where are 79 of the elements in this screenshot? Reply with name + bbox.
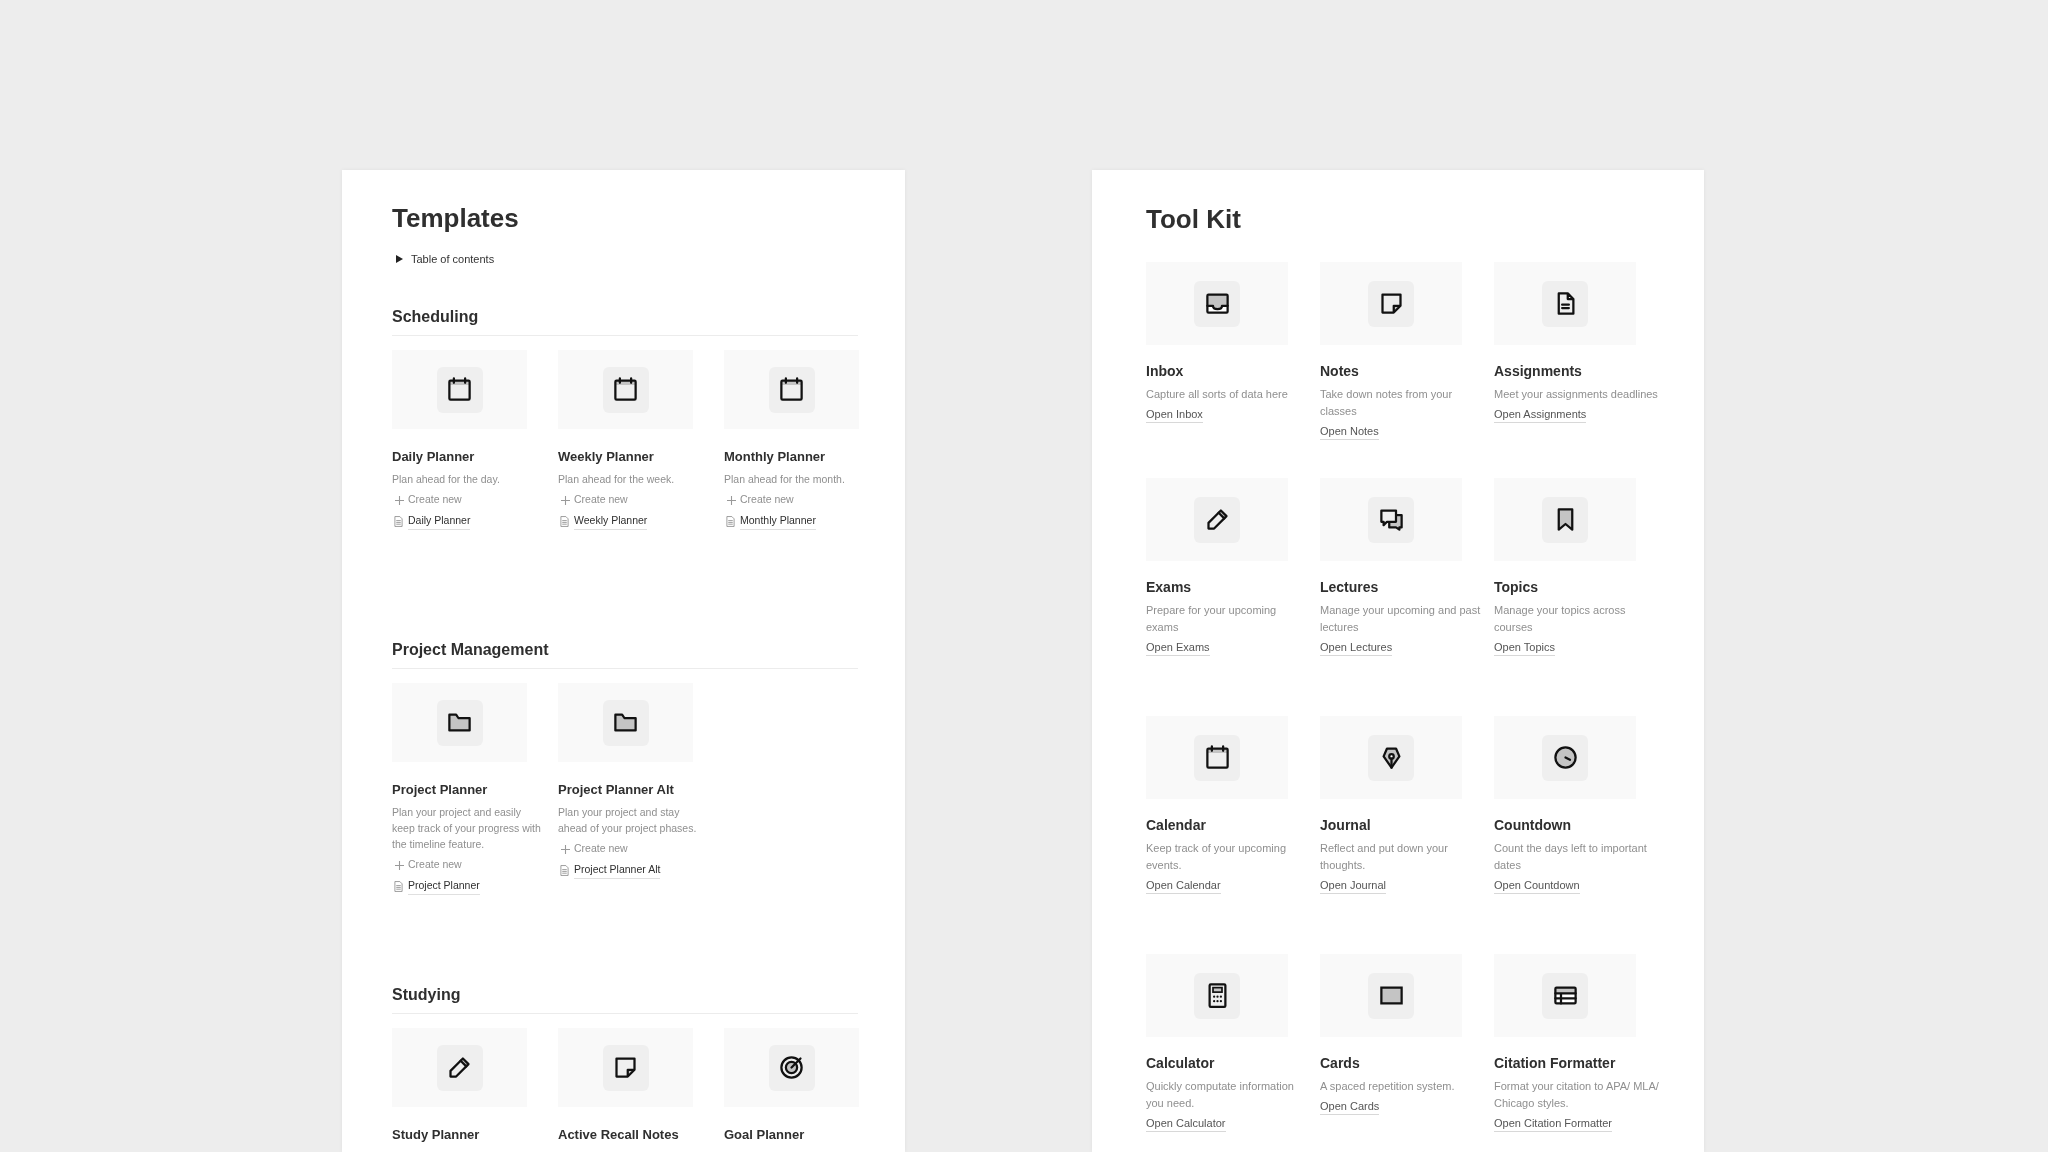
plus-icon — [561, 844, 570, 854]
open-link[interactable]: Open Calculator — [1146, 1116, 1226, 1132]
card-description: Plan ahead for the week. — [558, 472, 676, 487]
card-description: Meet your assignments deadlines — [1494, 387, 1659, 402]
card-title: Journal — [1320, 816, 1372, 834]
card-title: Lectures — [1320, 578, 1380, 596]
open-link[interactable]: Open Notes — [1320, 424, 1379, 440]
page-title: Templates — [392, 202, 520, 235]
card-description: Plan ahead for the day. — [392, 472, 501, 487]
card-title: Project Planner — [392, 782, 489, 798]
card-title: Project Planner Alt — [558, 782, 675, 798]
card-description: Plan ahead for the month. — [724, 472, 846, 487]
card-description: Keep track of your upcoming events. — [1146, 841, 1288, 873]
card-description: Plan your project and easily keep track of your progress with the timeline feature. — [392, 805, 542, 852]
calendar-icon — [778, 376, 805, 403]
clock-icon — [1551, 744, 1579, 771]
card-description: Manage your topics across courses — [1494, 603, 1627, 635]
card-description: Manage your upcoming and past lectures — [1320, 603, 1482, 635]
page-link[interactable]: Project Planner — [408, 878, 480, 895]
plus-icon — [395, 860, 404, 870]
card-title: Cards — [1320, 1054, 1361, 1072]
sticky-note-icon — [612, 1054, 639, 1081]
open-link[interactable]: Open Exams — [1146, 640, 1210, 656]
card-title: Citation Formatter — [1494, 1054, 1617, 1072]
inbox-tray-icon — [1203, 290, 1231, 317]
page-icon — [394, 881, 403, 892]
card-title: Inbox — [1146, 362, 1185, 380]
card-title: Calculator — [1146, 1054, 1216, 1072]
open-link[interactable]: Open Citation Formatter — [1494, 1116, 1612, 1132]
section-heading: Scheduling — [392, 306, 858, 336]
card-title: Notes — [1320, 362, 1360, 380]
section-heading: Studying — [392, 984, 858, 1014]
card-description: Reflect and put down your thoughts. — [1320, 841, 1449, 873]
card-description: Quickly computate information you need. — [1146, 1079, 1295, 1111]
open-link[interactable]: Open Countdown — [1494, 878, 1580, 894]
chat-bubbles-icon — [1377, 506, 1405, 533]
open-link[interactable]: Open Journal — [1320, 878, 1387, 894]
page-link[interactable]: Project Planner Alt — [574, 862, 661, 879]
page-link[interactable]: Monthly Planner — [740, 513, 816, 530]
card-title: Daily Planner — [392, 449, 476, 465]
card-title: Monthly Planner — [724, 449, 827, 465]
card-description: Count the days left to important dates — [1494, 841, 1648, 873]
card-title: Exams — [1146, 578, 1193, 596]
card-description: Plan your project and stay ahead of your project phases. — [558, 805, 698, 836]
page-link[interactable]: Weekly Planner — [574, 513, 648, 530]
card-title: Goal Planner — [724, 1127, 806, 1143]
plus-icon — [727, 495, 736, 505]
open-link[interactable]: Open Lectures — [1320, 640, 1393, 656]
page-icon — [394, 516, 403, 527]
calendar-icon — [612, 376, 639, 403]
card-description: Take down notes from your classes — [1320, 387, 1454, 419]
card-description: A spaced repetition system. — [1320, 1079, 1456, 1094]
page-icon — [726, 516, 735, 527]
card-title: Weekly Planner — [558, 449, 655, 465]
page-icon — [560, 865, 569, 876]
card-title: Countdown — [1494, 816, 1572, 834]
plus-icon — [395, 495, 404, 505]
section-heading: Project Management — [392, 639, 858, 669]
page-link[interactable]: Daily Planner — [408, 513, 471, 530]
page-title: Tool Kit — [1146, 203, 1242, 236]
open-link[interactable]: Open Topics — [1494, 640, 1555, 656]
page-icon — [560, 516, 569, 527]
open-link[interactable]: Open Cards — [1320, 1099, 1380, 1115]
open-link[interactable]: Open Assignments — [1494, 407, 1587, 423]
open-link[interactable]: Open Calendar — [1146, 878, 1221, 894]
card-description: Format your citation to APA/ MLA/ Chicago styles. — [1494, 1079, 1659, 1111]
card-title: Study Planner — [392, 1127, 481, 1143]
card-title: Calendar — [1146, 816, 1207, 834]
calendar-icon — [1203, 744, 1231, 771]
card-title: Active Recall Notes — [558, 1127, 680, 1143]
card-title: Topics — [1494, 578, 1540, 596]
target-icon — [778, 1054, 805, 1081]
card-description: Prepare for your upcoming exams — [1146, 603, 1278, 635]
plus-icon — [561, 495, 570, 505]
open-link[interactable]: Open Inbox — [1146, 407, 1203, 423]
card-description: Capture all sorts of data here — [1146, 387, 1289, 402]
toc-toggle[interactable]: Table of contents — [392, 250, 858, 268]
card-title: Assignments — [1494, 362, 1583, 380]
calendar-icon — [446, 376, 473, 403]
